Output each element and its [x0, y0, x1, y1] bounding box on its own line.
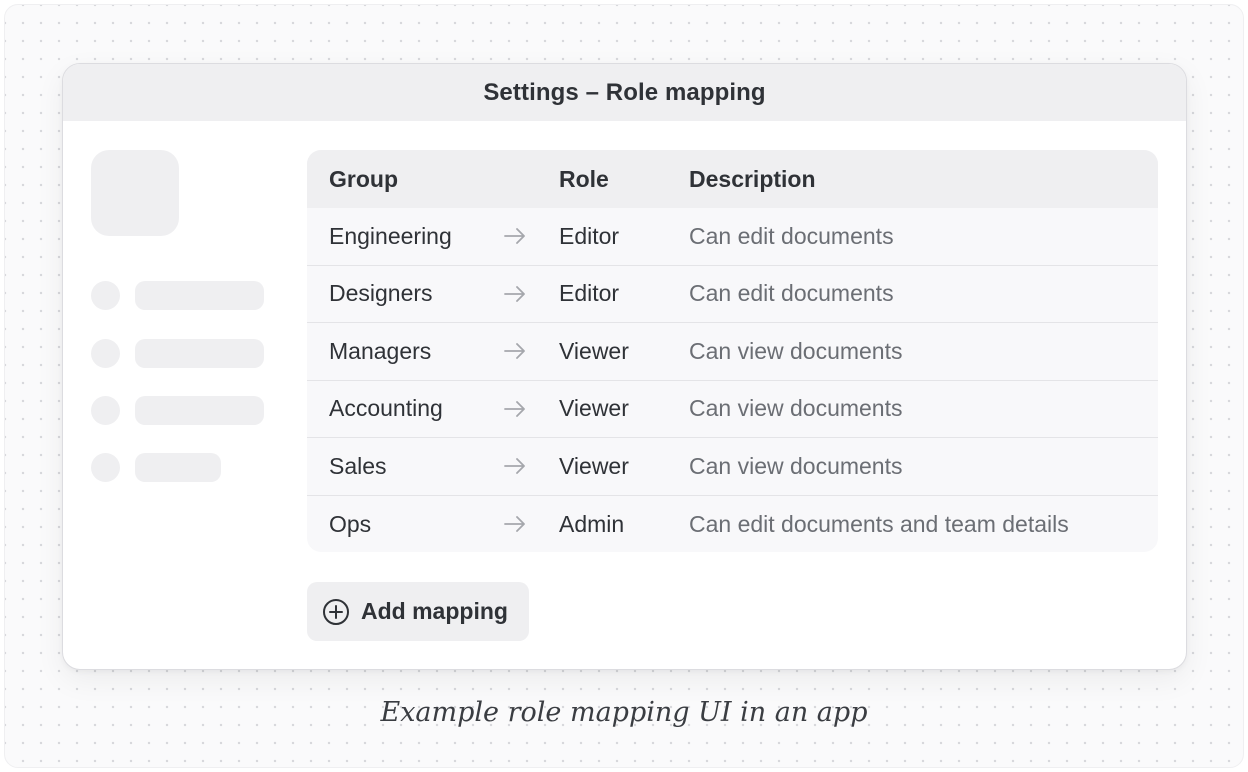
table-row[interactable]: Ops Admin Can edit documents and team de… — [307, 496, 1158, 553]
arrow-right-icon — [487, 227, 559, 245]
sidebar-dot-placeholder — [91, 396, 120, 425]
sidebar-item-placeholder — [91, 338, 271, 368]
row-role: Editor — [559, 280, 620, 307]
sidebar-item-placeholder — [91, 280, 271, 310]
row-description: Can view documents — [689, 395, 903, 422]
sidebar-dot-placeholder — [91, 453, 120, 482]
figure-caption: Example role mapping UI in an app — [380, 697, 868, 728]
avatar-placeholder — [91, 150, 179, 236]
table-row[interactable]: Designers Editor Can edit documents — [307, 266, 1158, 323]
arrow-right-icon — [487, 515, 559, 533]
table-header: Group Role Description — [307, 150, 1158, 208]
sidebar-bar-placeholder — [135, 453, 221, 482]
table-row[interactable]: Sales Viewer Can view documents — [307, 438, 1158, 496]
arrow-right-icon — [487, 285, 559, 303]
row-description: Can view documents — [689, 337, 903, 364]
row-description: Can edit documents and team details — [689, 510, 1069, 537]
sidebar-dot-placeholder — [91, 339, 120, 368]
row-role: Admin — [559, 510, 625, 537]
header-role: Role — [559, 165, 609, 192]
plus-circle-icon — [322, 598, 350, 626]
role-mapping-table: Group Role Description Engineering Edito… — [307, 150, 1158, 552]
row-role: Editor — [559, 222, 620, 249]
row-description: Can view documents — [689, 452, 903, 479]
sidebar-item-placeholder — [91, 452, 271, 482]
settings-window: Settings – Role mapping Group Role Descr… — [62, 63, 1187, 670]
add-mapping-label: Add mapping — [361, 598, 508, 624]
sidebar-bar-placeholder — [135, 281, 264, 310]
row-group: Accounting — [329, 395, 443, 422]
arrow-right-icon — [487, 400, 559, 418]
row-description: Can edit documents — [689, 222, 894, 249]
sidebar-bar-placeholder — [135, 396, 264, 425]
sidebar-dot-placeholder — [91, 281, 120, 310]
sidebar-bar-placeholder — [135, 339, 264, 368]
table-row[interactable]: Engineering Editor Can edit documents — [307, 208, 1158, 266]
window-title: Settings – Role mapping — [63, 64, 1186, 121]
row-role: Viewer — [559, 452, 629, 479]
arrow-right-icon — [487, 342, 559, 360]
header-description: Description — [689, 165, 816, 192]
header-group: Group — [329, 165, 398, 192]
row-group: Managers — [329, 337, 432, 364]
row-group: Designers — [329, 280, 433, 307]
row-role: Viewer — [559, 337, 629, 364]
table-row[interactable]: Accounting Viewer Can view documents — [307, 381, 1158, 438]
row-group: Sales — [329, 452, 387, 479]
arrow-right-icon — [487, 457, 559, 475]
add-mapping-button[interactable]: Add mapping — [307, 582, 529, 641]
row-group: Engineering — [329, 222, 452, 249]
sidebar-item-placeholder — [91, 395, 271, 425]
table-row[interactable]: Managers Viewer Can view documents — [307, 323, 1158, 381]
row-role: Viewer — [559, 395, 629, 422]
row-description: Can edit documents — [689, 280, 894, 307]
row-group: Ops — [329, 510, 372, 537]
